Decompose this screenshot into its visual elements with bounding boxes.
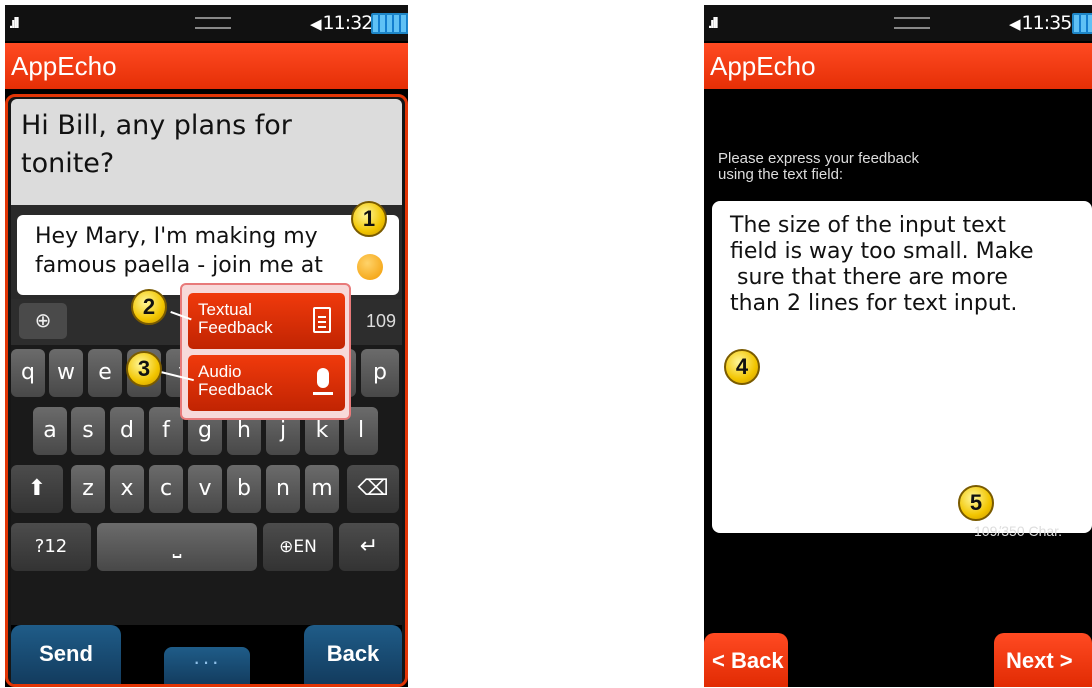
annotation-badge-2: 2 xyxy=(131,289,167,325)
speaker-icon: ◀ xyxy=(310,15,322,33)
character-count: 109 xyxy=(365,311,396,331)
incoming-message: Hi Bill, any plans for tonite? xyxy=(11,99,402,205)
battery-icon xyxy=(371,13,408,34)
prompt-line: using the text field: xyxy=(718,166,844,183)
feedback-prompt: Please express your feedback using the t… xyxy=(718,151,919,183)
attach-media-icon: ⊕ xyxy=(34,310,52,332)
battery-icon xyxy=(1072,13,1092,34)
textual-feedback-button[interactable]: Textual Feedback xyxy=(188,293,345,349)
space-key[interactable]: ⎵ xyxy=(97,523,257,571)
key-x[interactable]: x xyxy=(110,465,144,513)
feedback-popup: Textual Feedback Audio Feedback xyxy=(180,283,351,420)
backspace-key[interactable]: ⌫ xyxy=(347,465,399,513)
back-button[interactable]: < Back xyxy=(704,633,788,687)
drag-handle-icon[interactable] xyxy=(195,17,231,29)
signal-icon: .ıll xyxy=(708,15,719,32)
key-s[interactable]: s xyxy=(71,407,105,455)
space-icon: ⎵ xyxy=(172,534,182,559)
enter-key[interactable]: ↵ xyxy=(339,523,399,571)
back-button[interactable]: Back xyxy=(304,625,402,684)
more-button[interactable]: ··· xyxy=(164,647,250,684)
microphone-icon xyxy=(313,368,333,395)
annotation-badge-5: 5 xyxy=(958,485,994,521)
audio-feedback-button[interactable]: Audio Feedback xyxy=(188,355,345,411)
reply-line: famous paella - join me at xyxy=(35,253,323,278)
key-d[interactable]: d xyxy=(110,407,144,455)
feedback-line: The size of the input text xyxy=(730,213,1006,238)
app-title: AppEcho xyxy=(11,51,117,81)
key-f[interactable]: f xyxy=(149,407,183,455)
speaker-icon: ◀ xyxy=(1009,15,1021,33)
backspace-icon: ⌫ xyxy=(357,476,389,501)
status-time: 11:35 xyxy=(1021,12,1073,34)
prompt-line: Please express your feedback xyxy=(718,150,919,167)
feedback-line: than 2 lines for text input. xyxy=(730,291,1018,316)
signal-icon: .ıll xyxy=(9,15,20,32)
status-time-group: ◀ 11:35 xyxy=(1009,12,1073,34)
status-bar: .ıll ◀ 11:32 xyxy=(5,5,408,41)
app-title-bar: AppEcho xyxy=(704,43,1092,89)
send-button[interactable]: Send xyxy=(11,625,121,684)
key-c[interactable]: c xyxy=(149,465,183,513)
feedback-line: field is way too small. Make xyxy=(730,239,1034,264)
status-bar: .ıll ◀ 11:35 xyxy=(704,5,1092,41)
shift-icon: ⬆ xyxy=(27,476,47,501)
language-label: EN xyxy=(293,537,317,557)
trigger-dot-icon[interactable] xyxy=(357,254,383,280)
key-p[interactable]: p xyxy=(361,349,399,397)
key-v[interactable]: v xyxy=(188,465,222,513)
key-a[interactable]: a xyxy=(33,407,67,455)
key-m[interactable]: m xyxy=(305,465,339,513)
annotation-badge-3: 3 xyxy=(126,351,162,387)
globe-icon: ⊕ xyxy=(279,537,294,557)
annotation-badge-4: 4 xyxy=(724,349,760,385)
status-time: 11:32 xyxy=(322,12,374,34)
drag-handle-icon[interactable] xyxy=(894,17,930,29)
feedback-line: sure that there are more xyxy=(730,265,1008,290)
status-time-group: ◀ 11:32 xyxy=(310,12,374,34)
attach-media-button[interactable]: ⊕ xyxy=(19,303,67,339)
document-icon xyxy=(313,307,331,333)
phone-screen-feedback: .ıll ◀ 11:35 AppEcho Please express your … xyxy=(704,5,1092,687)
reply-line: Hey Mary, I'm making my xyxy=(35,224,318,249)
bottom-bar: Send ··· Back xyxy=(11,625,402,684)
annotation-badge-1: 1 xyxy=(351,201,387,237)
key-q[interactable]: q xyxy=(11,349,45,397)
next-button[interactable]: Next > xyxy=(994,633,1092,687)
symbols-key[interactable]: ?12 xyxy=(11,523,91,571)
feedback-textarea[interactable]: The size of the input text field is way … xyxy=(712,201,1092,533)
enter-icon: ↵ xyxy=(359,534,379,559)
key-e[interactable]: e xyxy=(88,349,122,397)
phone-screen-compose: .ıll ◀ 11:32 AppEcho Hi Bill, any plans f… xyxy=(5,5,408,687)
app-title-bar: AppEcho xyxy=(5,43,408,89)
shift-key[interactable]: ⬆ xyxy=(11,465,63,513)
key-b[interactable]: b xyxy=(227,465,261,513)
character-counter: 109/350 Char. xyxy=(974,523,1062,539)
key-z[interactable]: z xyxy=(71,465,105,513)
language-key[interactable]: ⊕EN xyxy=(263,523,333,571)
app-title: AppEcho xyxy=(710,51,816,81)
key-w[interactable]: w xyxy=(49,349,83,397)
key-n[interactable]: n xyxy=(266,465,300,513)
